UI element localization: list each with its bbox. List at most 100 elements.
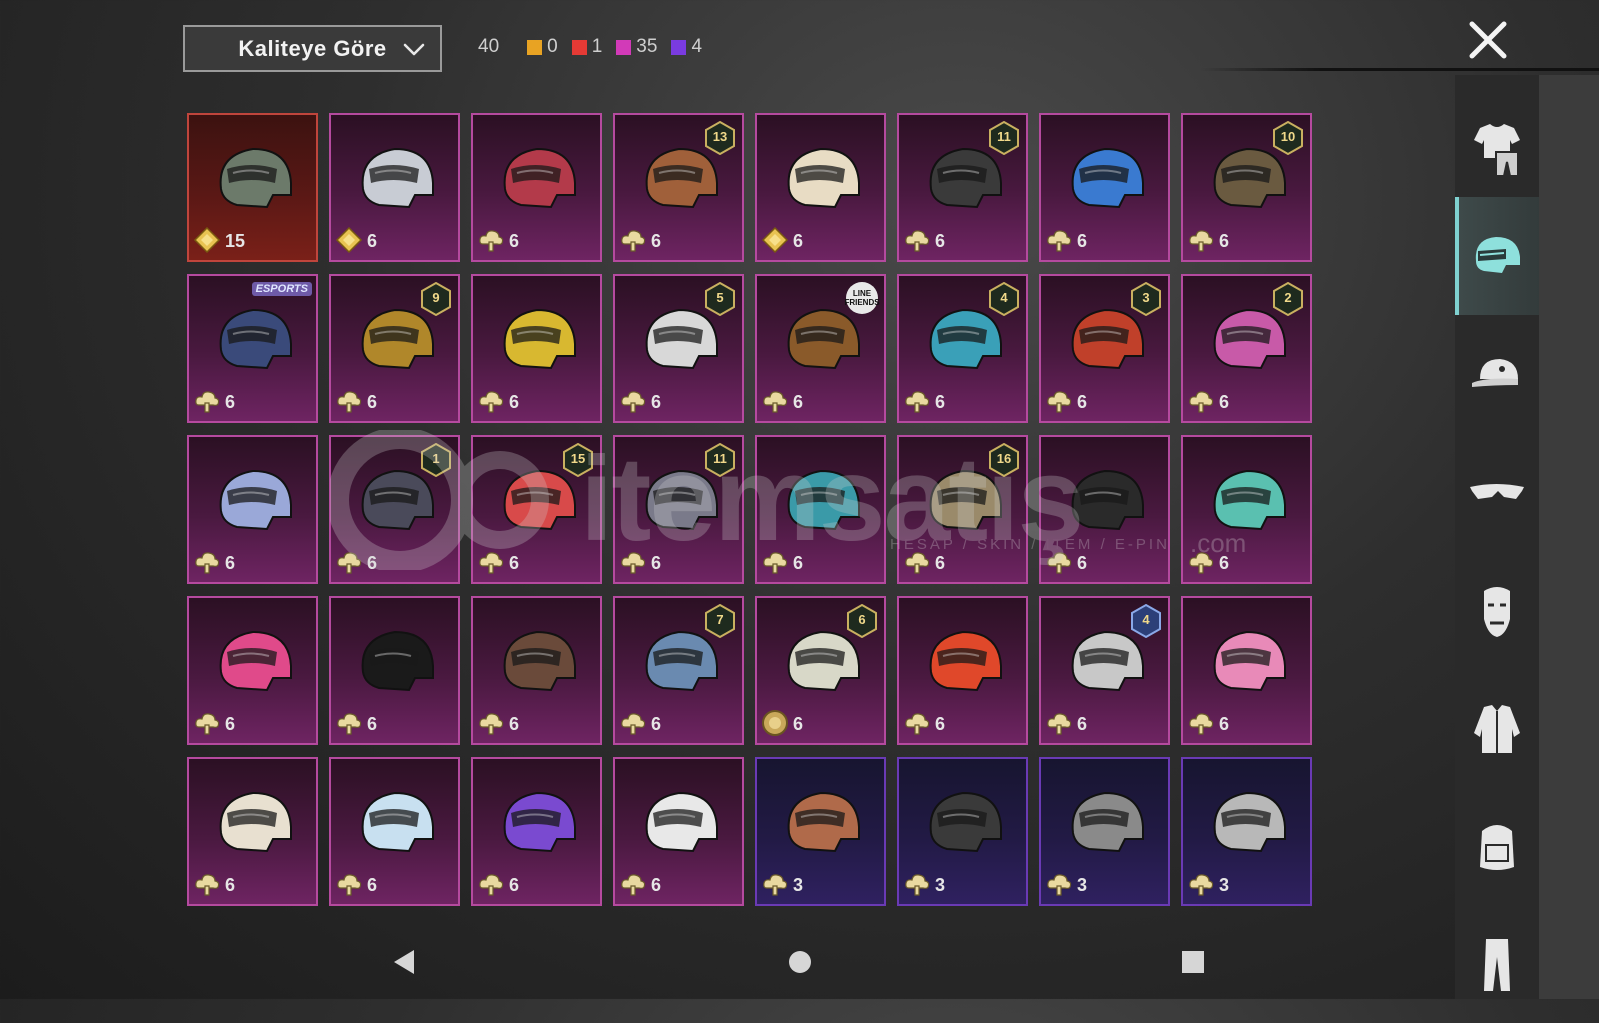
sidebar-item-pants[interactable] xyxy=(1455,905,1539,1023)
helmet-item-card[interactable]: LINE FRIENDS 6 xyxy=(755,274,886,423)
helmet-item-card[interactable]: 11 6 xyxy=(897,113,1028,262)
item-quantity: 6 xyxy=(367,231,378,251)
item-quantity: 6 xyxy=(509,714,520,734)
item-quantity: 3 xyxy=(935,875,946,895)
diamond-icon xyxy=(335,226,363,254)
count-orange: 0 xyxy=(527,36,558,58)
helmet-item-card[interactable]: 6 xyxy=(471,113,602,262)
helmet-item-card[interactable]: 6 xyxy=(1039,113,1170,262)
header-divider xyxy=(1200,68,1599,71)
helmet-item-card[interactable]: 46 xyxy=(1039,596,1170,745)
helmet-item-card[interactable]: 6 xyxy=(187,596,318,745)
sidebar-item-jacket[interactable] xyxy=(1455,669,1539,787)
item-quantity: 6 xyxy=(793,392,804,412)
sidebar-item-glasses[interactable] xyxy=(1455,433,1539,551)
home-icon[interactable] xyxy=(770,930,830,990)
recents-icon[interactable] xyxy=(1163,930,1223,990)
helmet-item-card[interactable]: 3 xyxy=(1039,757,1170,906)
cloud-icon xyxy=(1189,391,1214,413)
helmet-item-card[interactable]: 26 xyxy=(1181,274,1312,423)
helmet-item-card[interactable]: 3 xyxy=(755,757,886,906)
count-red: 1 xyxy=(571,36,602,58)
sort-dropdown[interactable]: Kaliteye Göre xyxy=(183,25,442,72)
sidebar-item-helmet[interactable] xyxy=(1455,197,1539,315)
helmet-skin-image xyxy=(787,791,860,853)
item-quantity: 6 xyxy=(367,714,378,734)
helmet-item-card[interactable]: 96 xyxy=(329,274,460,423)
helmet-item-card[interactable]: 6 xyxy=(613,757,744,906)
cloud-icon xyxy=(1189,713,1214,735)
upgrade-level-badge: 10 xyxy=(1272,120,1304,156)
count-purple: 4 xyxy=(671,36,702,58)
back-icon[interactable] xyxy=(376,930,436,990)
cloud-icon xyxy=(905,391,930,413)
cloud-icon xyxy=(621,713,646,735)
helmet-skin-image xyxy=(1071,469,1144,531)
helmet-item-card[interactable]: 3 xyxy=(1181,757,1312,906)
item-quantity: 6 xyxy=(935,714,946,734)
collab-badge: LINE FRIENDS xyxy=(844,282,880,314)
helmet-item-card[interactable]: ESPORTS 6 xyxy=(187,274,318,423)
helmet-item-card[interactable]: 6 xyxy=(329,757,460,906)
helmet-item-card[interactable]: 16 6 xyxy=(897,435,1028,584)
item-quantity: 6 xyxy=(225,392,236,412)
helmet-item-card[interactable]: 6 xyxy=(1181,435,1312,584)
helmet-item-card[interactable]: 6 xyxy=(755,113,886,262)
helmet-item-card[interactable]: 6 xyxy=(187,757,318,906)
helmet-item-card[interactable]: 6 xyxy=(471,596,602,745)
helmet-item-card[interactable]: 6 xyxy=(329,113,460,262)
helmet-item-card[interactable]: 6 xyxy=(187,435,318,584)
helmet-item-card[interactable]: 66 xyxy=(755,596,886,745)
helmet-item-card[interactable]: 15 6 xyxy=(471,435,602,584)
helmet-skin-image xyxy=(1213,630,1286,692)
cloud-icon xyxy=(337,391,362,413)
helmet-skin-image xyxy=(1213,791,1286,853)
cloud-icon xyxy=(1047,713,1072,735)
helmet-item-card[interactable]: 6 xyxy=(329,596,460,745)
helmet-item-card[interactable]: 13 6 xyxy=(613,113,744,262)
helmet-item-card[interactable]: 11 6 xyxy=(613,435,744,584)
item-quantity: 6 xyxy=(225,553,236,573)
sidebar-item-backpack[interactable] xyxy=(1455,787,1539,905)
helmet-item-card[interactable]: 46 xyxy=(897,274,1028,423)
upgrade-level-badge: 2 xyxy=(1272,281,1304,317)
helmet-skin-image xyxy=(361,147,434,209)
helmet-item-card[interactable]: 76 xyxy=(613,596,744,745)
quality-swatch-pink xyxy=(616,39,632,55)
item-quantity: 6 xyxy=(1219,231,1230,251)
upgrade-level-badge: 9 xyxy=(420,281,452,317)
helmet-item-card[interactable]: 56 xyxy=(613,274,744,423)
helmet-item-card[interactable]: 3 xyxy=(897,757,1028,906)
item-quantity: 6 xyxy=(651,714,662,734)
helmet-item-card[interactable]: 16 xyxy=(329,435,460,584)
helmet-item-card[interactable]: 6 xyxy=(1181,596,1312,745)
item-quantity: 6 xyxy=(651,231,662,251)
sidebar-item-mask[interactable] xyxy=(1455,551,1539,669)
helmet-item-card[interactable]: 15 xyxy=(187,113,318,262)
item-quantity: 6 xyxy=(1219,392,1230,412)
backpack-icon xyxy=(1480,825,1514,870)
helmet-item-card[interactable]: 6 xyxy=(1039,435,1170,584)
item-quantity: 6 xyxy=(367,392,378,412)
helmet-skin-image xyxy=(645,791,718,853)
helmet-item-card[interactable]: 36 xyxy=(1039,274,1170,423)
helmet-item-card[interactable]: 6 xyxy=(471,274,602,423)
item-quantity: 6 xyxy=(935,392,946,412)
diamond-icon xyxy=(761,226,789,254)
cloud-icon xyxy=(621,552,646,574)
cloud-icon xyxy=(195,874,220,896)
helmet-item-card[interactable]: 6 xyxy=(897,596,1028,745)
helmet-item-card[interactable]: 6 xyxy=(471,757,602,906)
upgrade-level-badge: 7 xyxy=(704,603,736,639)
helmet-skin-image xyxy=(929,791,1002,853)
helmet-item-card[interactable]: 10 6 xyxy=(1181,113,1312,262)
helmet-skin-image xyxy=(929,630,1002,692)
helmet-icon xyxy=(1475,237,1520,273)
helmet-item-card[interactable]: 6 xyxy=(755,435,886,584)
outfit-icon xyxy=(1474,124,1520,177)
sidebar-item-outfit[interactable] xyxy=(1455,90,1539,208)
close-icon[interactable] xyxy=(1466,18,1510,62)
cloud-icon xyxy=(763,874,788,896)
cloud-icon xyxy=(479,391,504,413)
sidebar-item-cap[interactable] xyxy=(1455,315,1539,433)
